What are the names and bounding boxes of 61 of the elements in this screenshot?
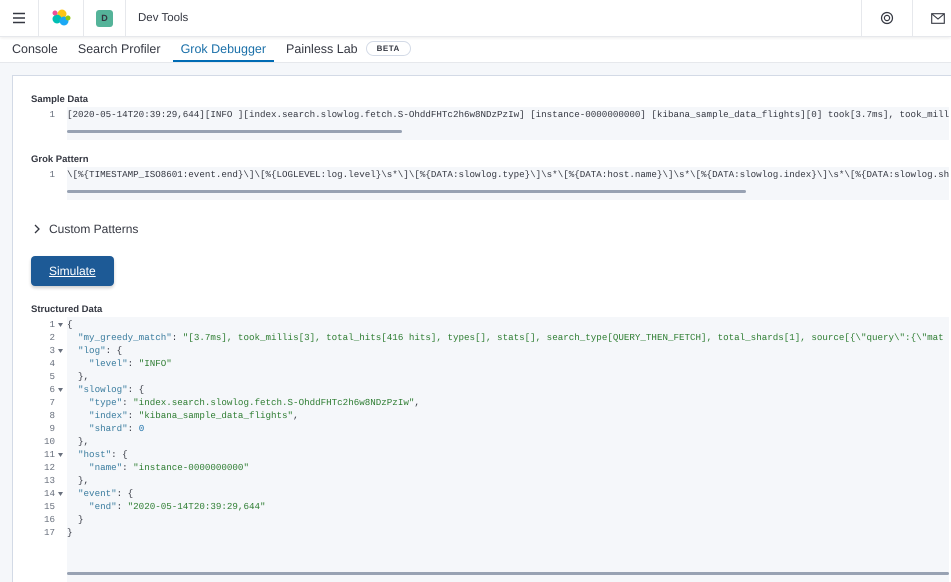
code-line: "slowlog": {: [77, 384, 144, 394]
code-line: "shard": 0: [88, 422, 144, 434]
chevron-icon: [33, 224, 41, 234]
code-line: "log": {: [77, 344, 122, 356]
code-line: "host": {: [77, 448, 128, 460]
fold-icon[interactable]: [58, 492, 63, 496]
scrollbar-thumb[interactable]: [67, 190, 746, 193]
line-number: 1: [31, 318, 55, 330]
line-number: 1: [48, 168, 55, 180]
breadcrumb-title: Dev Tools: [138, 12, 188, 24]
code-line: },: [77, 436, 90, 446]
fold-icon[interactable]: [58, 452, 63, 456]
code-line: "name": "instance-0000000000": [88, 462, 249, 472]
fold-icon[interactable]: [58, 322, 63, 326]
help-icon[interactable]: [880, 11, 894, 25]
scrollbar-thumb[interactable]: [67, 130, 402, 133]
code-line: },: [77, 474, 90, 486]
code-line: }: [77, 514, 84, 524]
code-line: "event": {: [77, 488, 134, 498]
fold-icon[interactable]: [58, 348, 63, 352]
line-number: 7: [48, 396, 55, 408]
line-number: 13: [42, 474, 55, 486]
code-line: },: [77, 370, 90, 382]
space-avatar[interactable]: D: [96, 10, 113, 26]
code-line: "index": "kibana_sample_data_flights",: [88, 410, 299, 420]
custom-patterns-toggle[interactable]: Custom Patterns: [31, 218, 140, 240]
section-label: Grok Pattern: [31, 154, 89, 165]
tab[interactable]: Painless Lab BETA: [278, 37, 419, 62]
mail-icon[interactable]: [931, 12, 945, 24]
line-number: 5: [48, 370, 55, 382]
line-number: 12: [42, 462, 55, 472]
line-number: 11: [31, 448, 55, 460]
logo-icon[interactable]: [51, 9, 71, 27]
line-number: 14: [31, 488, 55, 498]
code-line: [2020-05-14T20:39:29,644][INFO ][index.search.slowlog.fetch.S-OhddFHTc2h6w8NDzPzIw] [instance-0000000000] [kibana_sample_data_flights][0] took[3.7ms], took_mill: [67, 108, 950, 120]
code-line: }: [67, 526, 73, 538]
line-number: 2: [48, 332, 55, 342]
line-number: 8: [48, 410, 55, 420]
scrollbar-thumb[interactable]: [67, 572, 950, 575]
tab[interactable]: Console: [4, 37, 66, 62]
line-number: 9: [48, 422, 55, 434]
line-number: 10: [42, 436, 55, 446]
simulate-button[interactable]: Simulate: [31, 256, 114, 286]
line-number: 17: [42, 526, 55, 538]
code-line: "end": "2020-05-14T20:39:29,644": [88, 500, 266, 512]
code-line: "type": "index.search.slowlog.fetch.S-OhddFHTc2h6w8NDzPzIw",: [88, 396, 420, 408]
code-line: {: [67, 318, 73, 330]
section-label: Structured Data: [31, 304, 102, 315]
fold-icon[interactable]: [58, 388, 63, 392]
section-label: Sample Data: [31, 94, 88, 105]
code-line: \[%{TIMESTAMP_ISO8601:event.end}\]\[%{LOGLEVEL:log.level}\s*\]\[%{DATA:slowlog.type}\]\s*\[%{DATA:host.name}\]\s*\[%{DATA:slowlog.index}\]\s*\[%{DATA:slowlog.sh: [67, 168, 950, 180]
tab[interactable]: Search Profiler: [70, 37, 169, 62]
line-number: 1: [48, 108, 55, 120]
line-number: 4: [48, 358, 55, 368]
code-line: "level": "INFO": [88, 358, 172, 368]
line-number: 15: [42, 500, 55, 512]
line-number: 3: [31, 344, 55, 356]
code-line: "my_greedy_match": "[3.7ms], took_millis[3], total_hits[416 hits], types[], stats[], search_type[QUERY_THEN_FETCH], total_shards[1], source[{\"query\":{\"mat: [77, 332, 944, 342]
line-number: 16: [42, 514, 55, 524]
menu-icon[interactable]: [12, 12, 26, 24]
line-number: 6: [31, 384, 55, 394]
